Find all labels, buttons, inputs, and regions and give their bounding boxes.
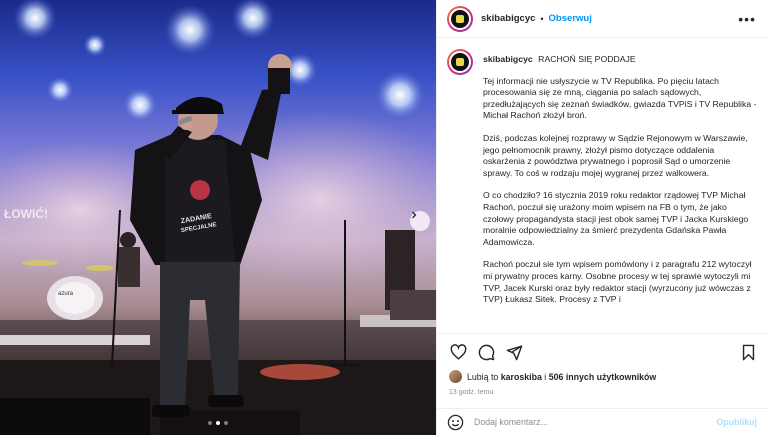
share-icon [506,344,522,360]
comment-bar: Opublikuj [437,408,768,435]
post-side-panel: skibabigcyc • Obserwuj ••• skibabigcyc R… [436,0,768,435]
post-actions: Lubią to karoskiba i 506 innych użytkown… [437,333,768,396]
bookmark-icon [742,344,754,360]
post-media: ŁOWIĆ! azura ZADANIE SPECJALNE [0,0,436,435]
comment-button[interactable] [477,343,495,361]
comment-icon [478,344,494,360]
caption-username[interactable]: skibabigcyc [483,54,533,64]
likes-prefix: Lubią to [467,371,499,382]
like-button[interactable] [449,343,467,361]
carousel-dot [224,421,228,425]
comment-input[interactable] [474,417,717,427]
emoji-icon[interactable] [447,414,464,431]
publish-button[interactable]: Opublikuj [716,417,757,427]
caption-scroll-area[interactable]: skibabigcyc RACHOŃ SIĘ PODDAJE Tej infor… [437,39,768,333]
likes-connector: i [544,371,547,382]
caption-paragraph: Dziś, podczas kolejnej rozprawy w Sądzie… [483,132,748,178]
caption-heading: skibabigcyc RACHOŃ SIĘ PODDAJE [483,54,757,66]
more-options-icon[interactable]: ••• [738,12,756,26]
save-button[interactable] [739,343,757,361]
likes-summary: Lubią to karoskiba i 506 innych użytkown… [449,370,757,383]
liker-avatar [449,370,462,383]
likes-user[interactable]: karoskiba [501,372,542,382]
likes-others[interactable]: 506 innych użytkowników [549,372,657,382]
follow-button[interactable]: Obserwuj [549,13,592,24]
post-timestamp[interactable]: 13 godz. temu [449,389,757,396]
carousel-indicator [208,421,228,425]
caption-paragraph: Rachoń poczuł sie tym wpisem pomówiony i… [483,259,752,305]
caption-author-avatar[interactable] [447,49,473,75]
caption-paragraph: Tej informacji nie usłyszycie w TV Repub… [483,75,757,121]
post-header: skibabigcyc • Obserwuj ••• [437,0,768,38]
separator-dot: • [540,13,544,24]
author-username[interactable]: skibabigcyc [481,13,535,24]
author-avatar[interactable] [447,5,473,32]
carousel-dot-active [216,421,220,425]
heart-icon [450,343,466,360]
caption-body: skibabigcyc RACHOŃ SIĘ PODDAJE Tej infor… [483,49,757,317]
caption-paragraph: O co chodziło? 16 stycznia 2019 roku red… [483,190,749,247]
drum-brand-text: azura [58,291,74,297]
caption-title: RACHOŃ SIĘ PODDAJE [538,54,636,64]
chevron-right-icon [412,211,417,219]
svg-text:ŁOWIĆ!: ŁOWIĆ! [4,206,48,221]
share-button[interactable] [505,343,523,361]
next-slide-button[interactable] [410,211,430,231]
carousel-dot [208,421,212,425]
concert-photo: ŁOWIĆ! azura ZADANIE SPECJALNE [0,0,436,435]
